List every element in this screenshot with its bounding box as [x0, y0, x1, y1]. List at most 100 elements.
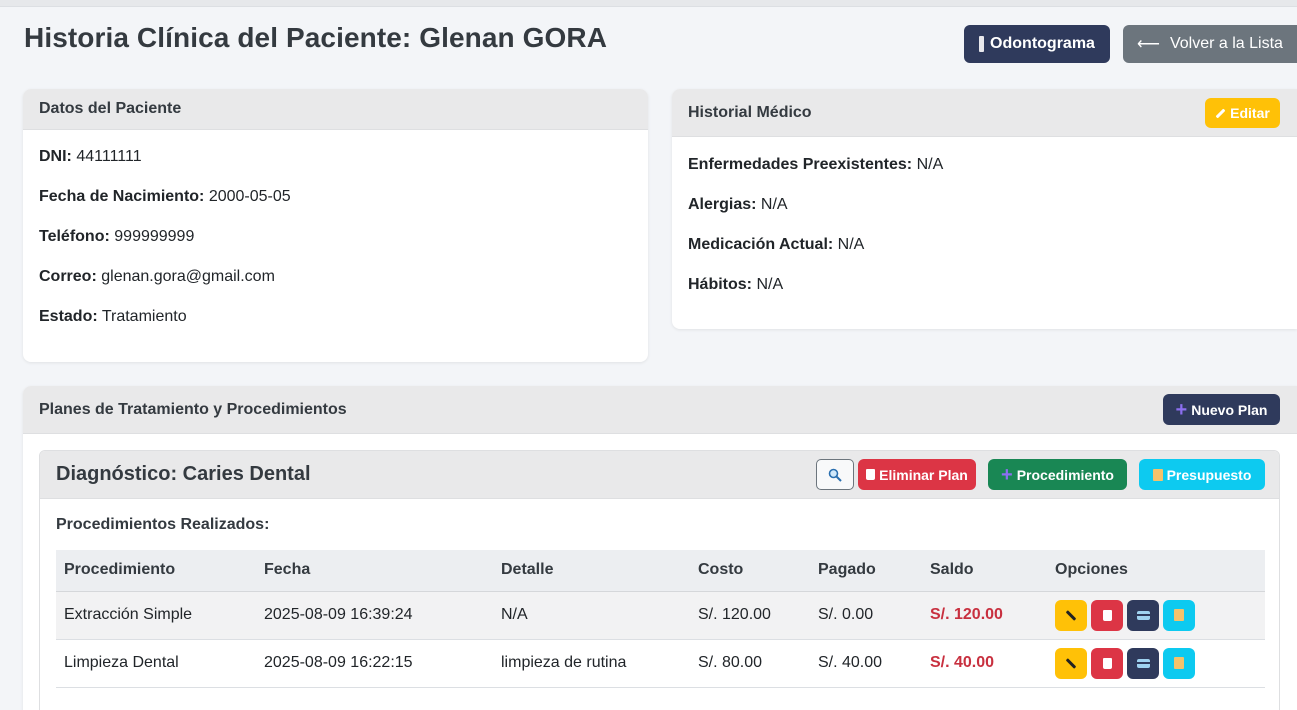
notes-button[interactable]: [1163, 599, 1195, 631]
col-detalle: Detalle: [493, 550, 690, 592]
treatment-plans-header: Planes de Tratamiento y Procedimientos +…: [23, 386, 1297, 434]
delete-procedure-button[interactable]: [1091, 647, 1123, 679]
edit-procedure-button[interactable]: [1055, 647, 1087, 679]
col-costo: Costo: [690, 550, 810, 592]
col-pagado: Pagado: [810, 550, 922, 592]
field-value: Tratamiento: [101, 308, 187, 325]
pencil-icon: [1215, 108, 1226, 118]
field-value: 999999999: [114, 228, 195, 245]
budget-button[interactable]: Presupuesto: [1139, 459, 1265, 490]
field-label: Fecha de Nacimiento:: [39, 188, 205, 205]
col-fecha: Fecha: [256, 550, 493, 592]
field-allergies: Alergias: N/A: [688, 196, 788, 214]
tooth-icon: [979, 36, 985, 52]
delete-plan-button[interactable]: Eliminar Plan: [858, 459, 976, 490]
cell-costo: S/. 80.00: [690, 639, 810, 688]
memo-icon: [1152, 468, 1163, 481]
cell-costo: S/. 120.00: [690, 591, 810, 640]
field-label: Enfermedades Preexistentes:: [688, 156, 913, 173]
cell-detalle: N/A: [493, 591, 690, 640]
field-birthdate: Fecha de Nacimiento: 2000-05-05: [39, 188, 291, 206]
cell-opciones: [1047, 591, 1265, 640]
field-label: Medicación Actual:: [688, 236, 834, 253]
procedures-title: Procedimientos Realizados:: [56, 516, 270, 533]
medical-history-card: Historial Médico Editar Enfermedades Pre…: [672, 89, 1297, 329]
field-dni: DNI: 44111111: [39, 148, 142, 166]
field-value: N/A: [760, 196, 788, 213]
credit-card-icon: [1136, 658, 1150, 668]
payment-button[interactable]: [1127, 647, 1159, 679]
patient-data-card: Datos del Paciente DNI: 44111111 Fecha d…: [23, 89, 648, 362]
procedures-table: Procedimiento Fecha Detalle Costo Pagado…: [56, 550, 1265, 688]
edit-history-button[interactable]: Editar: [1205, 98, 1280, 128]
payment-button[interactable]: [1127, 599, 1159, 631]
col-saldo: Saldo: [922, 550, 1047, 592]
trash-icon: [1102, 657, 1112, 669]
field-phone: Teléfono: 999999999: [39, 228, 194, 246]
field-preexisting: Enfermedades Preexistentes: N/A: [688, 156, 943, 174]
field-label: DNI:: [39, 148, 72, 165]
cell-opciones: [1047, 639, 1265, 688]
new-plan-button[interactable]: + Nuevo Plan: [1163, 394, 1280, 425]
cell-detalle: limpieza de rutina: [493, 639, 690, 688]
row-options: [1055, 647, 1257, 679]
field-value: glenan.gora@gmail.com: [101, 268, 275, 285]
table-row: Limpieza Dental 2025-08-09 16:22:15 limp…: [56, 639, 1265, 688]
cell-procedimiento: Limpieza Dental: [56, 639, 256, 688]
delete-procedure-button[interactable]: [1091, 599, 1123, 631]
notes-button[interactable]: [1163, 647, 1195, 679]
field-value: 2000-05-05: [208, 188, 291, 205]
cell-pagado: S/. 0.00: [810, 591, 922, 640]
field-label: Teléfono:: [39, 228, 110, 245]
cell-fecha: 2025-08-09 16:39:24: [256, 591, 493, 640]
plan-header: Diagnóstico: Caries Dental Eliminar Plan…: [40, 451, 1279, 499]
add-procedure-label: Procedimiento: [1016, 466, 1114, 483]
col-opciones: Opciones: [1047, 550, 1265, 592]
new-plan-label: Nuevo Plan: [1191, 401, 1268, 418]
edit-label: Editar: [1230, 105, 1270, 121]
cell-fecha: 2025-08-09 16:22:15: [256, 639, 493, 688]
patient-data-header: Datos del Paciente: [23, 89, 648, 130]
plus-icon: +: [1001, 463, 1013, 486]
view-plan-button[interactable]: [816, 459, 854, 490]
field-value: N/A: [756, 276, 784, 293]
field-label: Correo:: [39, 268, 97, 285]
trash-icon: [866, 469, 876, 480]
medical-history-title: Historial Médico: [688, 103, 812, 121]
medical-history-header: Historial Médico Editar: [672, 89, 1297, 137]
credit-card-icon: [1136, 610, 1150, 620]
plan-title: Diagnóstico: Caries Dental: [56, 463, 311, 485]
cell-saldo: S/. 120.00: [922, 591, 1047, 640]
odontograma-button[interactable]: Odontograma: [964, 25, 1110, 63]
treatment-plans-card: Planes de Tratamiento y Procedimientos +…: [23, 386, 1297, 710]
delete-plan-label: Eliminar Plan: [879, 466, 968, 483]
budget-label: Presupuesto: [1166, 466, 1252, 483]
col-procedimiento: Procedimiento: [56, 550, 256, 592]
memo-icon: [1174, 609, 1184, 621]
magnifier-icon: [828, 468, 842, 482]
memo-icon: [1174, 657, 1184, 669]
pencil-icon: [1065, 657, 1077, 669]
add-procedure-button[interactable]: + Procedimiento: [988, 459, 1127, 490]
arrow-left-icon: ⟵: [1137, 36, 1160, 53]
cell-saldo: S/. 40.00: [922, 639, 1047, 688]
trash-icon: [1102, 609, 1112, 621]
edit-procedure-button[interactable]: [1055, 599, 1087, 631]
top-border: [0, 0, 1297, 7]
cell-pagado: S/. 40.00: [810, 639, 922, 688]
table-header-row: Procedimiento Fecha Detalle Costo Pagado…: [56, 550, 1265, 592]
page-title: Historia Clínica del Paciente: Glenan GO…: [24, 22, 608, 53]
row-options: [1055, 599, 1257, 631]
field-label: Hábitos:: [688, 276, 752, 293]
field-value: N/A: [916, 156, 944, 173]
field-habits: Hábitos: N/A: [688, 276, 783, 294]
table-row: Extracción Simple 2025-08-09 16:39:24 N/…: [56, 591, 1265, 640]
plan-card: Diagnóstico: Caries Dental Eliminar Plan…: [39, 450, 1280, 710]
back-label: Volver a la Lista: [1169, 35, 1283, 52]
field-email: Correo: glenan.gora@gmail.com: [39, 268, 275, 286]
back-to-list-button[interactable]: ⟵ Volver a la Lista: [1123, 25, 1297, 63]
field-medication: Medicación Actual: N/A: [688, 236, 864, 254]
plus-icon: +: [1175, 398, 1188, 421]
field-label: Alergias:: [688, 196, 757, 213]
field-value: N/A: [837, 236, 865, 253]
